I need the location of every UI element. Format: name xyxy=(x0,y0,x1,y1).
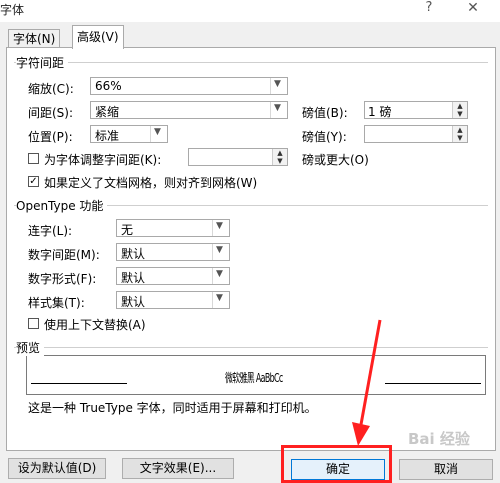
chevron-down-icon: ▼ xyxy=(212,292,229,308)
chevron-down-icon: ▼ xyxy=(270,78,287,94)
help-button[interactable]: ? xyxy=(422,0,436,18)
ligatures-value: 无 xyxy=(121,223,134,237)
section-divider xyxy=(14,62,488,63)
num-spacing-label: 数字间距(M): xyxy=(28,248,100,262)
close-button[interactable]: ✕ xyxy=(465,0,481,18)
tab-advanced[interactable]: 高级(V) xyxy=(72,25,124,49)
chevron-down-icon: ▼ xyxy=(150,126,167,142)
spin-down-icon[interactable]: ▼ xyxy=(452,134,467,142)
num-form-value: 默认 xyxy=(121,271,146,285)
baseline-right xyxy=(385,383,481,384)
grid-checkbox[interactable]: ✓ xyxy=(28,176,39,187)
spin-down-icon[interactable]: ▼ xyxy=(452,110,467,118)
scale-combo[interactable]: 66% ▼ xyxy=(90,77,288,95)
kerning-suffix: 磅或更大(O) xyxy=(302,153,369,167)
spacing-pt-label: 磅值(B): xyxy=(302,106,348,120)
grid-label: 如果定义了文档网格，则对齐到网格(W) xyxy=(44,176,258,190)
kerning-spinner[interactable]: ▲ ▼ xyxy=(188,148,288,166)
baseline-left xyxy=(31,383,127,384)
section-title-char-spacing: 字符间距 xyxy=(16,54,69,71)
window-title: 字体 xyxy=(0,3,25,17)
preview-sample-text: 微软雅黑 AaBbCc xyxy=(225,371,283,385)
position-value: 标准 xyxy=(95,129,120,143)
position-combo[interactable]: 标准 ▼ xyxy=(90,125,168,143)
ligatures-label: 连字(L): xyxy=(28,224,73,238)
annotation-arrow-icon xyxy=(352,319,382,446)
spacing-label: 间距(S): xyxy=(28,106,74,120)
num-spacing-value: 默认 xyxy=(121,247,146,261)
chevron-down-icon: ▼ xyxy=(212,244,229,260)
chevron-down-icon: ▼ xyxy=(270,102,287,118)
position-pt-spinner[interactable]: ▲ ▼ xyxy=(364,125,468,143)
contextual-label: 使用上下文替换(A) xyxy=(44,318,146,332)
spacing-pt-spinner[interactable]: 1 磅 ▲ ▼ xyxy=(364,101,468,119)
contextual-checkbox[interactable] xyxy=(28,318,39,329)
section-divider xyxy=(14,347,488,348)
ligatures-combo[interactable]: 无 ▼ xyxy=(116,219,230,237)
spacing-pt-value: 1 磅 xyxy=(368,105,392,119)
num-spacing-combo[interactable]: 默认 ▼ xyxy=(116,243,230,261)
num-form-combo[interactable]: 默认 ▼ xyxy=(116,267,230,285)
position-pt-label: 磅值(Y): xyxy=(302,130,347,144)
preview-description: 这是一种 TrueType 字体，同时适用于屏幕和打印机。 xyxy=(28,401,317,415)
scale-label: 缩放(C): xyxy=(28,82,74,96)
section-title-preview: 预览 xyxy=(16,339,45,356)
section-title-opentype: OpenType 功能 xyxy=(16,197,108,214)
style-set-label: 样式集(T): xyxy=(28,296,85,310)
tab-font[interactable]: 字体(N) xyxy=(8,29,61,48)
preview-box: 微软雅黑 AaBbCc xyxy=(26,355,486,395)
watermark-logo: Bai 经验 xyxy=(408,430,470,448)
scale-value: 66% xyxy=(95,79,122,93)
text-effects-button[interactable]: 文字效果(E)... xyxy=(122,458,234,479)
kerning-label: 为字体调整字间距(K): xyxy=(44,153,162,167)
spacing-combo[interactable]: 紧缩 ▼ xyxy=(90,101,288,119)
style-set-value: 默认 xyxy=(121,295,146,309)
chevron-down-icon: ▼ xyxy=(212,220,229,236)
num-form-label: 数字形式(F): xyxy=(28,272,97,286)
spin-down-icon[interactable]: ▼ xyxy=(272,157,287,165)
position-label: 位置(P): xyxy=(28,130,73,144)
spacing-value: 紧缩 xyxy=(95,105,120,119)
chevron-down-icon: ▼ xyxy=(212,268,229,284)
set-default-button[interactable]: 设为默认值(D) xyxy=(8,458,106,479)
highlight-box xyxy=(281,445,392,483)
cancel-button[interactable]: 取消 xyxy=(399,459,493,480)
style-set-combo[interactable]: 默认 ▼ xyxy=(116,291,230,309)
kerning-checkbox[interactable] xyxy=(28,153,39,164)
